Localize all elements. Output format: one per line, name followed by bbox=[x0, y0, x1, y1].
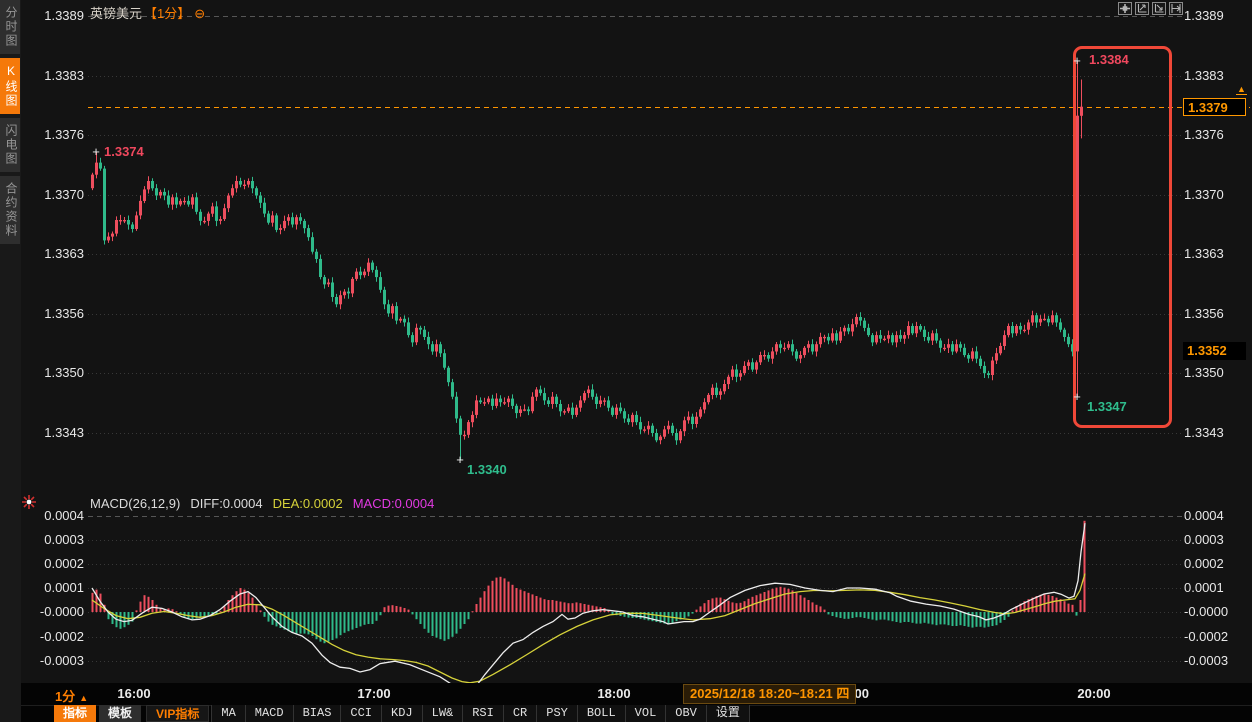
pan-crosshair-icon[interactable] bbox=[1118, 2, 1132, 15]
time-tick: 18:00 bbox=[590, 686, 638, 701]
price-axis-label-right: -0.0002 bbox=[1184, 629, 1244, 645]
sidebar-tab-K线图[interactable]: K线图 bbox=[0, 58, 20, 114]
price-axis-label-right: 1.3383 bbox=[1184, 68, 1244, 84]
chart-title: 英镑美元【1分】 ⊖ bbox=[90, 3, 205, 22]
price-axis-label-left: 1.3376 bbox=[24, 127, 84, 143]
chart-canvas[interactable] bbox=[0, 0, 1252, 722]
macd-diff-value: DIFF:0.0004 bbox=[190, 496, 262, 511]
price-axis-label-left: 1.3370 bbox=[24, 187, 84, 203]
indicator-tab-PSY[interactable]: PSY bbox=[536, 705, 577, 722]
current-price-box: 1.3379 bbox=[1183, 98, 1246, 116]
interval-label: 1分 bbox=[55, 689, 75, 704]
price-axis-label-left: -0.0003 bbox=[24, 653, 84, 669]
price-axis-label-right: 0.0003 bbox=[1184, 532, 1244, 548]
price-axis-label-right: 0.0004 bbox=[1184, 508, 1244, 524]
price-axis-label-left: 1.3356 bbox=[24, 306, 84, 322]
indicator-tab-CCI[interactable]: CCI bbox=[340, 705, 381, 722]
indicator-tab-MA[interactable]: MA bbox=[211, 705, 244, 722]
indicator-tabs: 指标模板 VIP指标MAMACDBIASCCIKDJLW&RSICRPSYBOLL… bbox=[54, 705, 750, 722]
price-axis-label-right: 1.3389 bbox=[1184, 8, 1244, 24]
indicator-tab-设置[interactable]: 设置 bbox=[706, 705, 750, 722]
annotation-spike-high: 1.3384 bbox=[1089, 52, 1129, 67]
indicator-tab-CR[interactable]: CR bbox=[503, 705, 536, 722]
price-axis-label-left: 1.3363 bbox=[24, 246, 84, 262]
price-axis-label-left: 1.3343 bbox=[24, 425, 84, 441]
time-tick: 17:00 bbox=[350, 686, 398, 701]
price-axis-label-right: -0.0003 bbox=[1184, 653, 1244, 669]
indicator-tab-指标[interactable]: 指标 bbox=[54, 705, 96, 722]
price-axis-label-right: -0.0000 bbox=[1184, 604, 1244, 620]
price-axis-label-left: 1.3350 bbox=[24, 365, 84, 381]
annotation-session-low: 1.3340 bbox=[467, 462, 507, 477]
price-axis-label-left: 0.0002 bbox=[24, 556, 84, 572]
time-tick: 20:00 bbox=[1070, 686, 1118, 701]
zoom-out-icon[interactable]: ⊖ bbox=[194, 6, 205, 21]
price-axis-label-right: 1.3343 bbox=[1184, 425, 1244, 441]
candle-datetime-tooltip: 2025/12/18 18:20~18:21 四 bbox=[683, 684, 856, 704]
zoom-y-axis-icon[interactable] bbox=[1152, 2, 1166, 15]
annotation-first-high: 1.3374 bbox=[104, 144, 144, 159]
time-axis-row: 1分▲ 16:00 17:00 18:00 9:00 20:00 2025/12… bbox=[0, 683, 1252, 705]
crosshair-marker: + bbox=[456, 452, 464, 467]
price-axis-label-left: 0.0001 bbox=[24, 580, 84, 596]
zoom-x-axis-icon[interactable] bbox=[1135, 2, 1149, 15]
last-price-box: 1.3352 bbox=[1183, 342, 1246, 360]
trading-app: 分时图 K线图闪电图合约资料 英镑美元【1分】 ⊖ 1.3389 1.3383 1.33… bbox=[0, 0, 1252, 722]
price-axis-label-left: -0.0000 bbox=[24, 604, 84, 620]
indicator-tab-模板[interactable]: 模板 bbox=[99, 705, 141, 722]
chevron-up-icon: ▲ bbox=[79, 693, 88, 703]
macd-params: MACD(26,12,9) bbox=[90, 496, 180, 511]
price-axis-label-left: 1.3389 bbox=[24, 8, 84, 24]
crosshair-marker: + bbox=[92, 144, 100, 159]
indicator-tab-RSI[interactable]: RSI bbox=[462, 705, 503, 722]
spike-highlight-box bbox=[1073, 46, 1172, 428]
macd-header: MACD(26,12,9) DIFF:0.0004 DEA:0.0002 MACD:0… bbox=[90, 496, 434, 511]
price-axis-label-right: 1.3350 bbox=[1184, 365, 1244, 381]
price-axis-label-left: 0.0003 bbox=[24, 532, 84, 548]
crosshair-marker: + bbox=[1073, 389, 1081, 404]
annotation-spike-low: 1.3347 bbox=[1087, 399, 1127, 414]
price-axis-label-left: 0.0004 bbox=[24, 508, 84, 524]
indicator-tab-BIAS[interactable]: BIAS bbox=[293, 705, 341, 722]
indicator-tab-VIP指标[interactable]: VIP指标 bbox=[146, 705, 209, 722]
indicator-tab-KDJ[interactable]: KDJ bbox=[381, 705, 422, 722]
interval-selector[interactable]: 1分 ▲ bbox=[55, 686, 88, 705]
price-axis-label-right: 1.3370 bbox=[1184, 187, 1244, 203]
indicator-tab-LW&[interactable]: LW& bbox=[422, 705, 463, 722]
price-axis-label-right: 0.0001 bbox=[1184, 580, 1244, 596]
price-axis-label-left: -0.0002 bbox=[24, 629, 84, 645]
price-axis-label-right: 1.3356 bbox=[1184, 306, 1244, 322]
indicator-tab-BOLL[interactable]: BOLL bbox=[577, 705, 625, 722]
sidebar-tab-分时图[interactable]: 分时图 bbox=[0, 0, 20, 54]
sidebar-tab-闪电图[interactable]: 闪电图 bbox=[0, 118, 20, 172]
indicator-tab-MACD[interactable]: MACD bbox=[245, 705, 293, 722]
price-alert-arrow-icon: ▲ bbox=[1236, 84, 1247, 95]
symbol-name: 英镑美元 bbox=[90, 6, 142, 21]
price-axis-label-right: 1.3363 bbox=[1184, 246, 1244, 262]
chart-mode-sidebar: 分时图 K线图闪电图合约资料 bbox=[0, 0, 21, 722]
indicator-tab-VOL[interactable]: VOL bbox=[625, 705, 666, 722]
macd-macd-value: MACD:0.0004 bbox=[353, 496, 435, 511]
macd-settings-icon[interactable] bbox=[21, 494, 37, 510]
macd-dea-value: DEA:0.0002 bbox=[273, 496, 343, 511]
chart-toolbar bbox=[1118, 2, 1183, 15]
interval-tag: 【1分】 bbox=[144, 6, 190, 21]
indicator-tab-OBV[interactable]: OBV bbox=[665, 705, 706, 722]
price-axis-label-right: 0.0002 bbox=[1184, 556, 1244, 572]
crosshair-marker: + bbox=[1073, 54, 1081, 69]
shift-right-icon[interactable] bbox=[1169, 2, 1183, 15]
price-axis-label-right: 1.3376 bbox=[1184, 127, 1244, 143]
time-tick: 16:00 bbox=[110, 686, 158, 701]
sidebar-tab-合约资料[interactable]: 合约资料 bbox=[0, 176, 20, 244]
price-axis-label-left: 1.3383 bbox=[24, 68, 84, 84]
